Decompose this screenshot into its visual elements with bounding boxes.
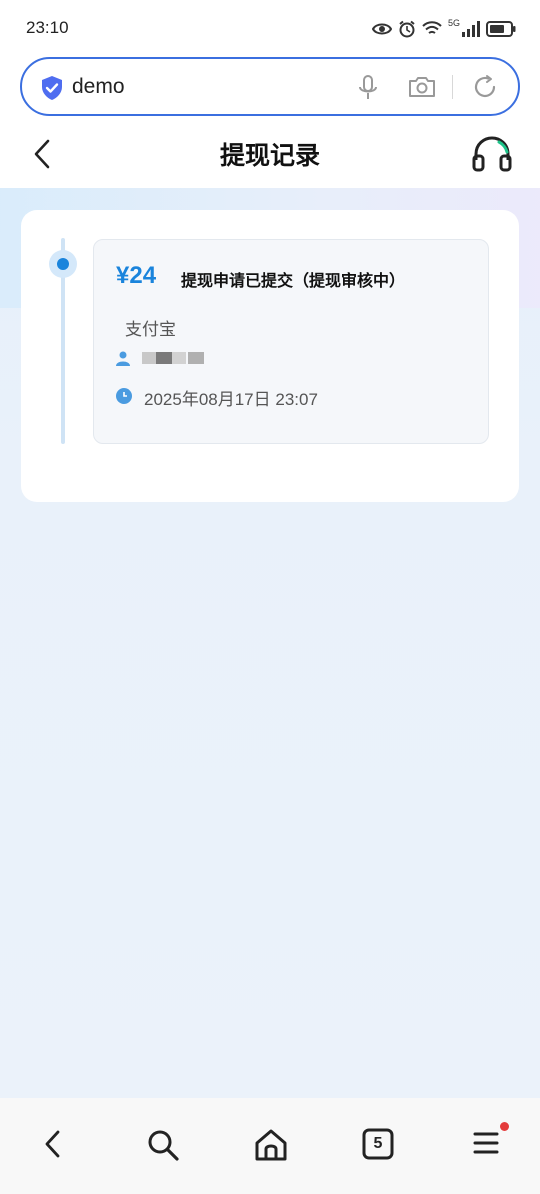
network-label: 5G	[447, 18, 460, 28]
camera-icon[interactable]	[408, 74, 436, 100]
address-divider	[452, 75, 453, 99]
shield-icon	[42, 76, 62, 100]
address-bar[interactable]: demo	[20, 57, 520, 116]
clock-icon	[116, 388, 132, 404]
mic-icon[interactable]	[356, 74, 380, 102]
search-icon[interactable]	[146, 1128, 180, 1162]
record-card: ¥24 提现申请已提交（提现审核中） 支付宝 2025年08月17日 23:07	[21, 210, 519, 502]
back-icon[interactable]	[40, 1128, 64, 1160]
status-bar: 23:10 5G	[0, 0, 540, 56]
eye-icon	[371, 23, 392, 35]
user-icon	[116, 351, 130, 366]
home-icon[interactable]	[254, 1128, 288, 1162]
masked-account	[156, 352, 172, 364]
battery-icon	[486, 21, 516, 37]
menu-icon	[473, 1132, 499, 1154]
menu-button[interactable]	[472, 1122, 509, 1158]
masked-account	[172, 352, 186, 364]
status-time: 23:10	[26, 18, 69, 37]
withdrawal-method: 支付宝	[125, 320, 176, 340]
notification-dot	[500, 1122, 509, 1131]
withdrawal-datetime: 2025年08月17日 23:07	[144, 390, 318, 409]
refresh-icon[interactable]	[472, 74, 498, 100]
signal-icon	[462, 21, 480, 37]
tabs-count: 5	[373, 1135, 383, 1152]
nav-header: 提现记录	[0, 120, 540, 188]
withdrawal-status: 提现申请已提交（提现审核中）	[181, 271, 406, 290]
content-area: ¥24 提现申请已提交（提现审核中） 支付宝 2025年08月17日 23:07	[0, 188, 540, 1098]
masked-account	[142, 352, 156, 364]
alarm-icon	[399, 20, 415, 38]
wifi-icon	[422, 21, 442, 34]
withdrawal-amount: ¥24	[116, 262, 157, 289]
timeline-dot	[57, 258, 69, 270]
bottom-toolbar: 5	[0, 1098, 540, 1194]
status-icons: 5G	[371, 18, 516, 40]
tabs-button[interactable]: 5	[362, 1128, 394, 1160]
masked-account	[188, 352, 204, 364]
page-title: 提现记录	[219, 141, 320, 170]
url-text[interactable]: demo	[72, 75, 125, 99]
withdrawal-record[interactable]: ¥24 提现申请已提交（提现审核中） 支付宝 2025年08月17日 23:07	[93, 239, 489, 444]
headset-icon[interactable]	[470, 134, 514, 174]
